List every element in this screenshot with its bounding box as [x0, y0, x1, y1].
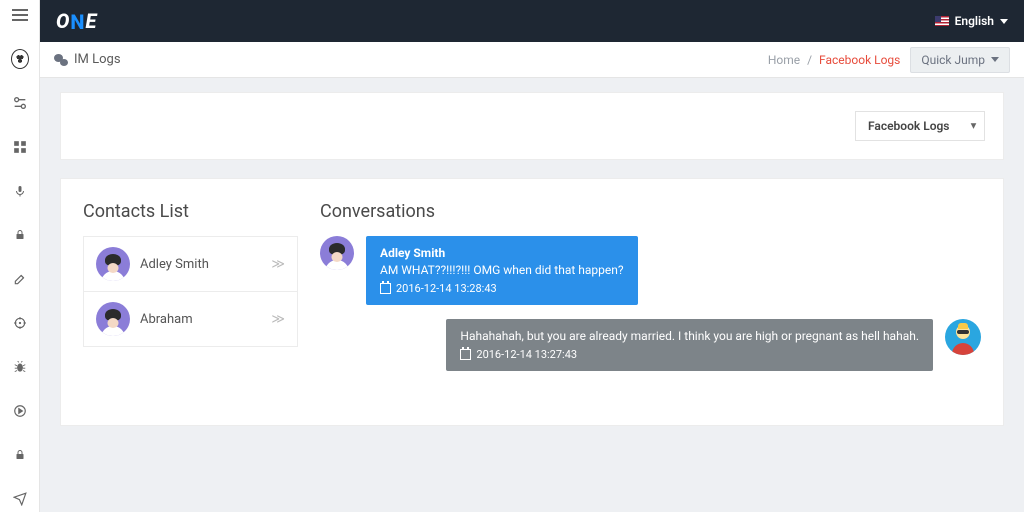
- topbar: ONE English: [40, 0, 1024, 42]
- contacts-list: Adley Smith ≫ Abraham ≫: [83, 236, 298, 347]
- contact-item[interactable]: Abraham ≫: [84, 292, 297, 346]
- menu-icon[interactable]: [11, 6, 29, 24]
- language-label: English: [955, 14, 994, 28]
- contacts-heading: Contacts List: [83, 201, 298, 222]
- logo: ONE: [56, 9, 97, 33]
- logo-text-e: E: [85, 9, 97, 33]
- mic-icon[interactable]: [11, 182, 29, 200]
- play-icon[interactable]: [11, 402, 29, 420]
- chevron-down-icon: [991, 57, 999, 62]
- contacts-panel: Contacts List Adley Smith ≫ Abraham ≫: [83, 201, 298, 385]
- content-area: Facebook Logs Contacts List Adley Smith …: [40, 78, 1024, 512]
- log-type-selected: Facebook Logs: [868, 119, 949, 133]
- grid-icon[interactable]: [11, 138, 29, 156]
- log-type-select[interactable]: Facebook Logs: [855, 111, 985, 141]
- chevron-down-icon: [1000, 19, 1008, 24]
- contact-name: Abraham: [140, 312, 261, 327]
- soccer-icon[interactable]: [11, 50, 29, 68]
- subheader: IM Logs Home / Facebook Logs Quick Jump: [40, 42, 1024, 78]
- contact-item[interactable]: Adley Smith ≫: [84, 237, 297, 292]
- message-bubble-outgoing: Hahahahah, but you are already married. …: [446, 319, 933, 371]
- breadcrumb-separator: /: [803, 53, 816, 67]
- left-rail: [0, 0, 40, 512]
- message-text: Hahahahah, but you are already married. …: [460, 329, 919, 343]
- conversations-heading: Conversations: [320, 201, 981, 222]
- message-row: Hahahahah, but you are already married. …: [320, 319, 981, 371]
- bug-icon[interactable]: [11, 358, 29, 376]
- breadcrumb: Home / Facebook Logs: [768, 53, 901, 67]
- calendar-icon: [380, 283, 391, 294]
- breadcrumb-home[interactable]: Home: [768, 53, 800, 67]
- message-row: Adley Smith AM WHAT??!!!?!!! OMG when di…: [320, 236, 981, 305]
- conversations-panel: Conversations Adley Smith AM WHAT??!!!?!…: [320, 201, 981, 385]
- flag-us-icon: [935, 16, 949, 26]
- quick-jump-button[interactable]: Quick Jump: [910, 47, 1010, 73]
- quick-jump-label: Quick Jump: [921, 53, 985, 67]
- avatar: [96, 302, 130, 336]
- logo-text-o: O: [56, 9, 70, 33]
- breadcrumb-current: Facebook Logs: [819, 53, 900, 67]
- send-icon[interactable]: [11, 490, 29, 508]
- message-text: AM WHAT??!!!?!!! OMG when did that happe…: [380, 263, 624, 277]
- edit-icon[interactable]: [11, 270, 29, 288]
- lock-icon[interactable]: [11, 446, 29, 464]
- contact-name: Adley Smith: [140, 257, 261, 272]
- settings-icon[interactable]: [11, 94, 29, 112]
- language-selector[interactable]: English: [935, 14, 1008, 28]
- message-timestamp: 2016-12-14 13:28:43: [380, 282, 624, 295]
- filter-card: Facebook Logs: [60, 92, 1004, 160]
- avatar: [320, 236, 354, 270]
- chevron-right-icon: ≫: [271, 257, 285, 272]
- message-from: Adley Smith: [380, 246, 624, 260]
- im-icon: [54, 54, 68, 66]
- user-lock-icon[interactable]: [11, 226, 29, 244]
- avatar: [945, 319, 981, 355]
- calendar-icon: [460, 349, 471, 360]
- page-title: IM Logs: [74, 52, 121, 67]
- avatar: [96, 247, 130, 281]
- message-bubble-incoming: Adley Smith AM WHAT??!!!?!!! OMG when di…: [366, 236, 638, 305]
- chevron-right-icon: ≫: [271, 312, 285, 327]
- message-timestamp: 2016-12-14 13:27:43: [460, 348, 919, 361]
- target-icon[interactable]: [11, 314, 29, 332]
- logo-text-n: N: [70, 10, 85, 34]
